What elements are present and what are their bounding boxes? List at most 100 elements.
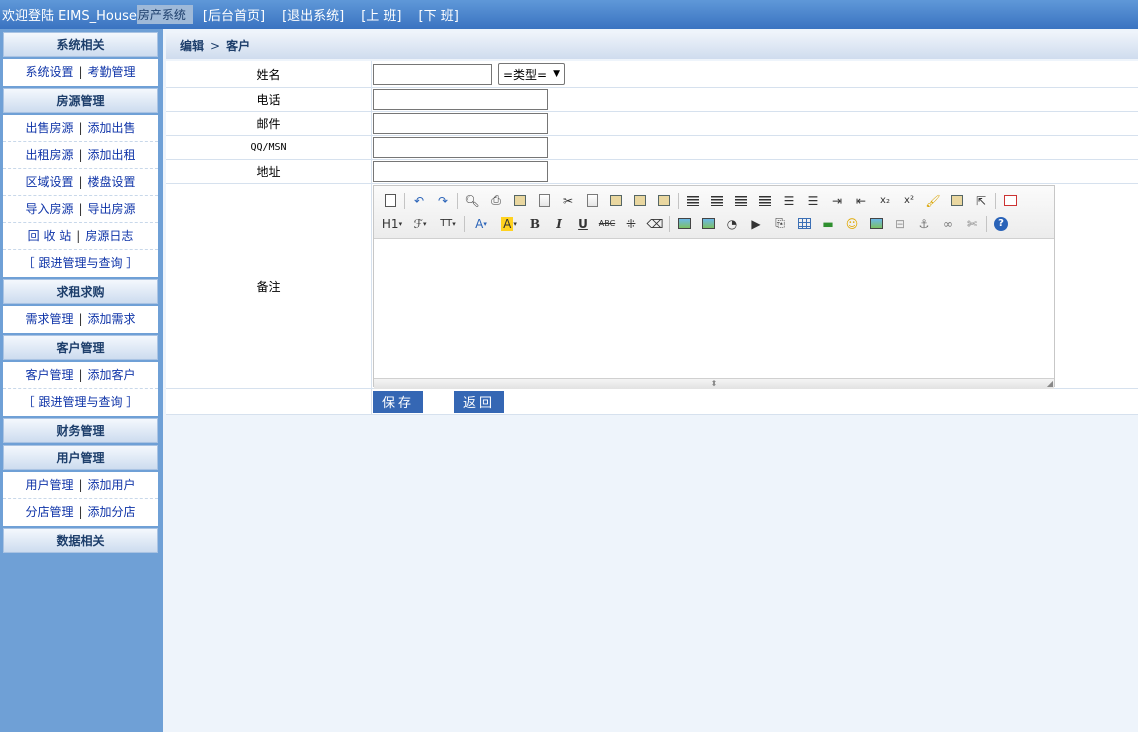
section-listings[interactable]: 房源管理 bbox=[3, 88, 158, 113]
paste-word-icon[interactable] bbox=[652, 191, 676, 211]
select-icon[interactable]: ⇱ bbox=[969, 191, 993, 211]
phone-input[interactable] bbox=[373, 89, 548, 110]
align-left-icon[interactable] bbox=[681, 191, 705, 211]
hr-icon[interactable]: ▬ bbox=[816, 214, 840, 234]
align-center-icon[interactable] bbox=[705, 191, 729, 211]
paste-icon[interactable] bbox=[604, 191, 628, 211]
highlight-icon[interactable]: A ▾ bbox=[495, 214, 523, 234]
table-icon[interactable] bbox=[792, 214, 816, 234]
section-data[interactable]: 数据相关 bbox=[3, 528, 158, 553]
email-input[interactable] bbox=[373, 113, 548, 134]
toolbar-row-2: H1 ▾ ℱ ▾ TT ▾ A ▾ A ▾ B I U ABC ⁜ ⌫ ◔ ▶ … bbox=[378, 212, 1050, 235]
fullscreen-icon[interactable] bbox=[998, 191, 1022, 211]
export-listings-link[interactable]: 导出房源 bbox=[88, 202, 136, 216]
preview-icon[interactable]: 🔍︎ bbox=[460, 191, 484, 211]
link-icon[interactable]: ∞ bbox=[936, 214, 960, 234]
media-icon[interactable]: ▶ bbox=[744, 214, 768, 234]
section-finance[interactable]: 财务管理 bbox=[3, 418, 158, 443]
cut-icon[interactable]: ✂ bbox=[556, 191, 580, 211]
name-input[interactable] bbox=[373, 63, 492, 85]
save-button[interactable]: 保存 bbox=[373, 390, 424, 413]
unordered-list-icon[interactable]: ☰ bbox=[801, 191, 825, 211]
strikethrough-icon[interactable]: ABC bbox=[595, 214, 619, 234]
qq-input[interactable] bbox=[373, 137, 548, 158]
undo-icon[interactable]: ↶ bbox=[407, 191, 431, 211]
add-demand-link[interactable]: 添加需求 bbox=[88, 312, 136, 326]
add-sale-link[interactable]: 添加出售 bbox=[88, 121, 136, 135]
unlink-icon[interactable]: ✄ bbox=[960, 214, 984, 234]
select-all-icon[interactable] bbox=[945, 191, 969, 211]
phone-label: 电话 bbox=[166, 88, 372, 111]
heading-icon[interactable]: H1 ▾ bbox=[378, 214, 406, 234]
map-icon[interactable] bbox=[864, 214, 888, 234]
section-customers[interactable]: 客户管理 bbox=[3, 335, 158, 360]
template-icon[interactable] bbox=[508, 191, 532, 211]
clock-in-link[interactable]: [上 班] bbox=[361, 5, 401, 24]
align-right-icon[interactable] bbox=[729, 191, 753, 211]
demand-manage-link[interactable]: 需求管理 bbox=[25, 312, 73, 326]
logout-link[interactable]: [退出系统] bbox=[282, 5, 344, 24]
system-name: 房产系统 bbox=[136, 5, 193, 24]
admin-home-link[interactable]: [后台首页] bbox=[203, 5, 265, 24]
editor-resize-bar[interactable]: ⬍ ◢ bbox=[374, 378, 1054, 389]
superscript-icon[interactable]: x² bbox=[897, 191, 921, 211]
area-settings-link[interactable]: 区域设置 bbox=[25, 175, 73, 189]
bold-icon[interactable]: B bbox=[523, 214, 547, 234]
redo-icon[interactable]: ↷ bbox=[431, 191, 455, 211]
back-button[interactable]: 返回 bbox=[454, 390, 505, 413]
font-family-icon[interactable]: ℱ ▾ bbox=[406, 214, 434, 234]
add-customer-link[interactable]: 添加客户 bbox=[88, 368, 136, 382]
anchor-icon[interactable]: ⚓ bbox=[912, 214, 936, 234]
followup-listings-link[interactable]: ［ 跟进管理与查询 ］ bbox=[23, 256, 139, 270]
outdent-icon[interactable]: ⇤ bbox=[849, 191, 873, 211]
resize-grip-icon[interactable]: ◢ bbox=[1047, 379, 1053, 389]
add-rental-link[interactable]: 添加出租 bbox=[88, 148, 136, 162]
line-height-icon[interactable]: ⁜ bbox=[619, 214, 643, 234]
listing-log-link[interactable]: 房源日志 bbox=[85, 229, 133, 243]
image-icon[interactable] bbox=[672, 214, 696, 234]
add-user-link[interactable]: 添加用户 bbox=[88, 478, 136, 492]
font-color-icon[interactable]: A ▾ bbox=[467, 214, 495, 234]
remove-format-icon[interactable]: ⌫ bbox=[643, 214, 667, 234]
add-branch-link[interactable]: 添加分店 bbox=[88, 505, 136, 519]
pagebreak-icon[interactable]: ⊟ bbox=[888, 214, 912, 234]
recycle-bin-link[interactable]: 回 收 站 bbox=[28, 229, 72, 243]
clear-format-icon[interactable]: 🖌︎ bbox=[921, 191, 945, 211]
source-icon[interactable] bbox=[378, 191, 402, 211]
flash-icon[interactable]: ◔ bbox=[720, 214, 744, 234]
indent-icon[interactable]: ⇥ bbox=[825, 191, 849, 211]
emoticon-icon[interactable]: ☺ bbox=[840, 214, 864, 234]
address-input[interactable] bbox=[373, 161, 548, 182]
import-listings-link[interactable]: 导入房源 bbox=[25, 202, 73, 216]
followup-customers-link[interactable]: ［ 跟进管理与查询 ］ bbox=[23, 395, 139, 409]
paste-text-icon[interactable] bbox=[628, 191, 652, 211]
help-icon[interactable]: ? bbox=[989, 214, 1013, 234]
user-manage-link[interactable]: 用户管理 bbox=[25, 478, 73, 492]
list-item: 出售房源 | 添加出售 bbox=[3, 115, 158, 142]
italic-icon[interactable]: I bbox=[547, 214, 571, 234]
customer-manage-link[interactable]: 客户管理 bbox=[25, 368, 73, 382]
subscript-icon[interactable]: x₂ bbox=[873, 191, 897, 211]
branch-manage-link[interactable]: 分店管理 bbox=[25, 505, 73, 519]
building-settings-link[interactable]: 楼盘设置 bbox=[88, 175, 136, 189]
sale-listings-link[interactable]: 出售房源 bbox=[25, 121, 73, 135]
print-icon[interactable]: ⎙ bbox=[484, 191, 508, 211]
type-select[interactable]: =类型= ▼ bbox=[498, 63, 566, 85]
copy-icon[interactable] bbox=[580, 191, 604, 211]
qq-label: QQ/MSN bbox=[166, 136, 372, 159]
notes-editor-area[interactable] bbox=[374, 239, 1054, 378]
attachment-icon[interactable]: ⎘ bbox=[768, 214, 792, 234]
align-justify-icon[interactable] bbox=[753, 191, 777, 211]
section-demand[interactable]: 求租求购 bbox=[3, 279, 158, 304]
font-size-icon[interactable]: TT ▾ bbox=[434, 214, 462, 234]
multi-image-icon[interactable] bbox=[696, 214, 720, 234]
code-icon[interactable] bbox=[532, 191, 556, 211]
ordered-list-icon[interactable]: ☰ bbox=[777, 191, 801, 211]
section-system[interactable]: 系统相关 bbox=[3, 32, 158, 57]
attendance-link[interactable]: 考勤管理 bbox=[88, 65, 136, 79]
underline-icon[interactable]: U bbox=[571, 214, 595, 234]
clock-out-link[interactable]: [下 班] bbox=[419, 5, 459, 24]
system-settings-link[interactable]: 系统设置 bbox=[25, 65, 73, 79]
section-users[interactable]: 用户管理 bbox=[3, 445, 158, 470]
rental-listings-link[interactable]: 出租房源 bbox=[25, 148, 73, 162]
